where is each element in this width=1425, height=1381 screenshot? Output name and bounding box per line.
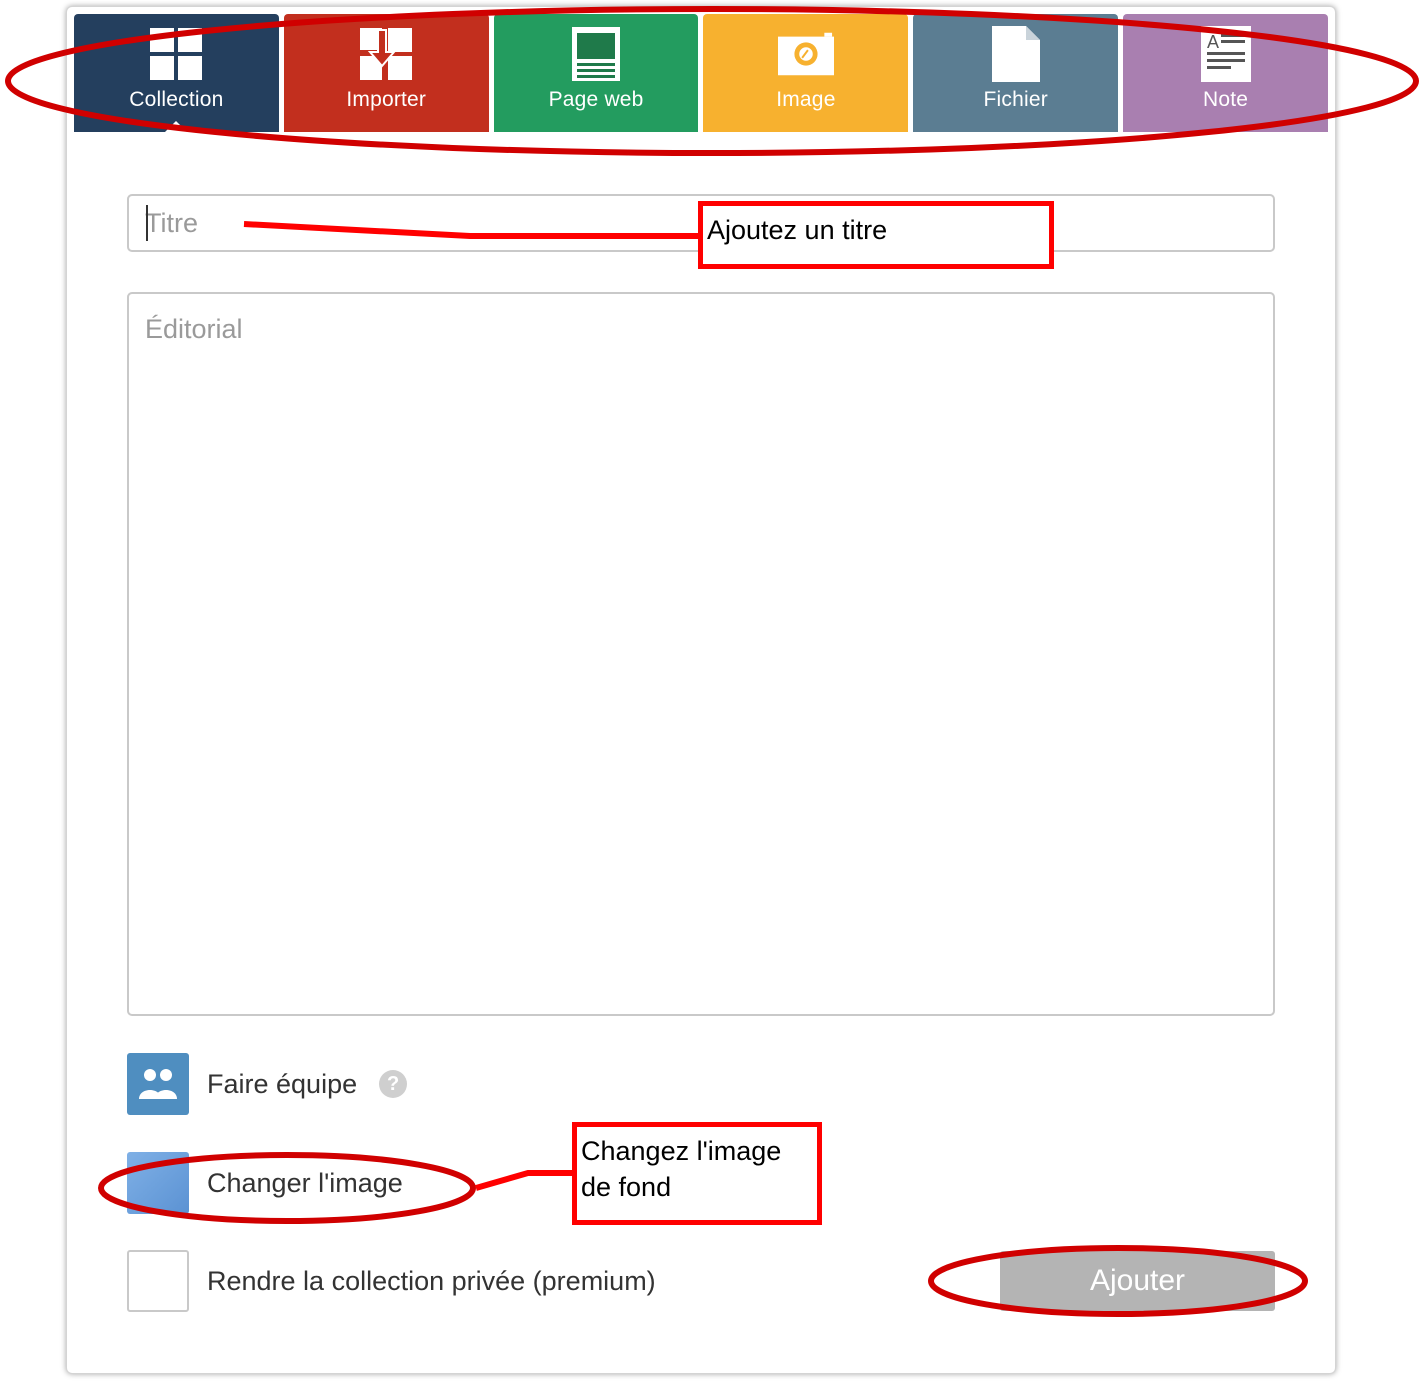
change-image-option[interactable]: Changer l'image bbox=[127, 1152, 403, 1214]
image-callout: Changez l'image de fond bbox=[572, 1122, 822, 1225]
background-image-thumbnail bbox=[127, 1152, 189, 1214]
team-icon bbox=[127, 1053, 189, 1115]
team-label: Faire équipe bbox=[207, 1068, 358, 1099]
private-option[interactable]: Rendre la collection privée (premium) bbox=[127, 1250, 656, 1312]
webpage-icon bbox=[568, 26, 624, 82]
tab-note[interactable]: A Note bbox=[1123, 14, 1328, 132]
private-label: Rendre la collection privée (premium) bbox=[207, 1265, 656, 1296]
add-button[interactable]: Ajouter bbox=[1000, 1251, 1275, 1311]
tab-image[interactable]: Image bbox=[703, 14, 909, 132]
content-type-tabs: Collection Importer Page web Image Fichi… bbox=[74, 14, 1328, 132]
grid-icon bbox=[148, 26, 204, 82]
text-cursor bbox=[146, 205, 148, 241]
title-callout: Ajoutez un titre bbox=[698, 201, 1054, 269]
help-icon[interactable]: ? bbox=[379, 1070, 408, 1098]
tab-fichier[interactable]: Fichier bbox=[913, 14, 1119, 132]
tab-label: Note bbox=[1202, 88, 1249, 111]
camera-icon bbox=[777, 26, 834, 82]
file-icon bbox=[988, 26, 1044, 82]
note-icon: A bbox=[1198, 26, 1254, 82]
change-image-label: Changer l'image bbox=[207, 1167, 403, 1198]
private-checkbox[interactable] bbox=[127, 1250, 189, 1312]
svg-text:A: A bbox=[1207, 32, 1219, 52]
import-icon bbox=[358, 26, 414, 82]
tab-page-web[interactable]: Page web bbox=[493, 14, 699, 132]
tab-label: Collection bbox=[129, 88, 224, 111]
tab-label: Importer bbox=[346, 88, 427, 111]
tab-collection[interactable]: Collection bbox=[74, 14, 279, 132]
tab-label: Image bbox=[776, 88, 836, 111]
tab-label: Page web bbox=[548, 88, 644, 111]
tab-importer[interactable]: Importer bbox=[283, 14, 489, 132]
editorial-textarea[interactable] bbox=[127, 292, 1275, 1016]
tab-label: Fichier bbox=[983, 88, 1048, 111]
team-option[interactable]: Faire équipe ? bbox=[127, 1053, 408, 1115]
